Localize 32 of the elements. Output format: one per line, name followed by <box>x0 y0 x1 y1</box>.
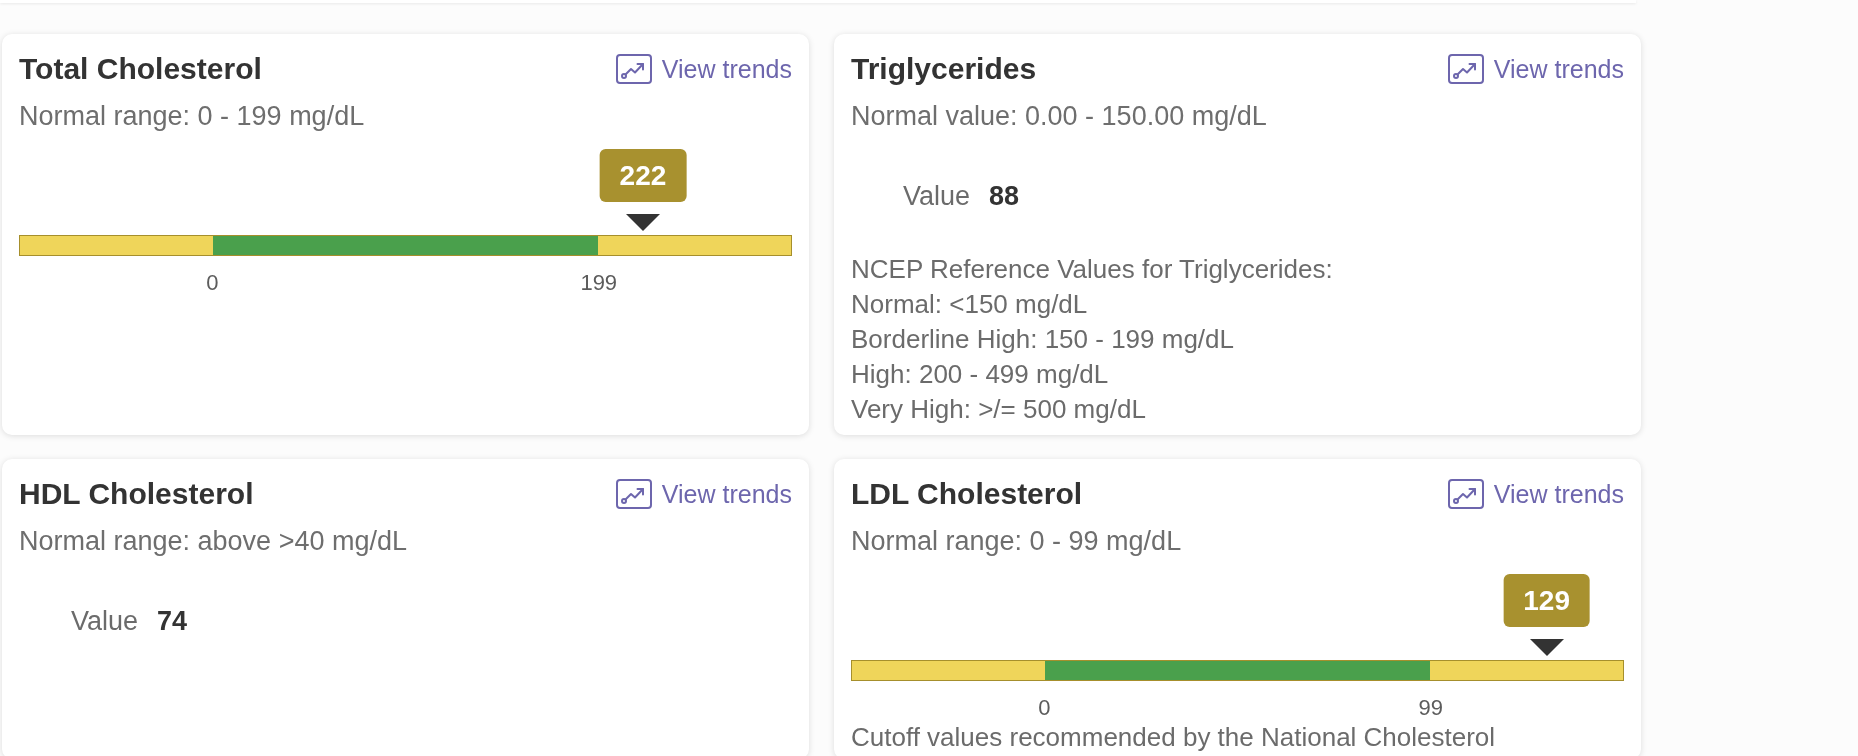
view-trends-link[interactable]: View trends <box>1447 51 1624 87</box>
reference-note: High: 200 - 499 mg/dL <box>851 358 1110 391</box>
value-badge: 222 <box>599 149 687 202</box>
normal-range-text: Normal range: 0 - 99 mg/dL <box>851 525 1183 558</box>
card-title: LDL Cholesterol <box>851 476 1083 512</box>
trend-chart-icon <box>1447 54 1484 84</box>
trend-chart-icon <box>615 54 652 84</box>
range-tick-label: 0 <box>206 269 219 297</box>
value-number: 88 <box>989 180 1020 213</box>
reference-note: Normal: <150 mg/dL <box>851 288 1089 321</box>
card-title: HDL Cholesterol <box>19 476 254 512</box>
reference-note: NCEP Reference Values for Triglycerides: <box>851 253 1334 286</box>
normal-range-text: Normal range: 0 - 199 mg/dL <box>19 100 366 133</box>
reference-note: Borderline High: 150 - 199 mg/dL <box>851 323 1235 356</box>
value-label: Value <box>903 180 971 213</box>
range-tick-label: 99 <box>1418 694 1443 722</box>
trend-chart-icon <box>1447 479 1484 509</box>
card-title: Triglycerides <box>851 51 1037 87</box>
range-tick-label: 199 <box>580 269 618 297</box>
normal-range-text: Normal value: 0.00 - 150.00 mg/dL <box>851 100 1268 133</box>
reference-note: Very High: >/= 500 mg/dL <box>851 393 1147 426</box>
view-trends-link[interactable]: View trends <box>615 51 792 87</box>
value-number: 74 <box>157 605 188 638</box>
value-label: Value <box>71 605 139 638</box>
normal-range-text: Normal range: above >40 mg/dL <box>19 525 408 558</box>
card-title: Total Cholesterol <box>19 51 262 87</box>
value-badge: 129 <box>1503 574 1590 627</box>
view-trends-link[interactable]: View trends <box>615 476 792 512</box>
trend-chart-icon <box>615 479 652 509</box>
view-trends-link[interactable]: View trends <box>1447 476 1624 512</box>
reference-note: Cutoff values recommended by the National Cholesterol <box>851 723 1497 751</box>
range-tick-label: 0 <box>1038 694 1051 722</box>
